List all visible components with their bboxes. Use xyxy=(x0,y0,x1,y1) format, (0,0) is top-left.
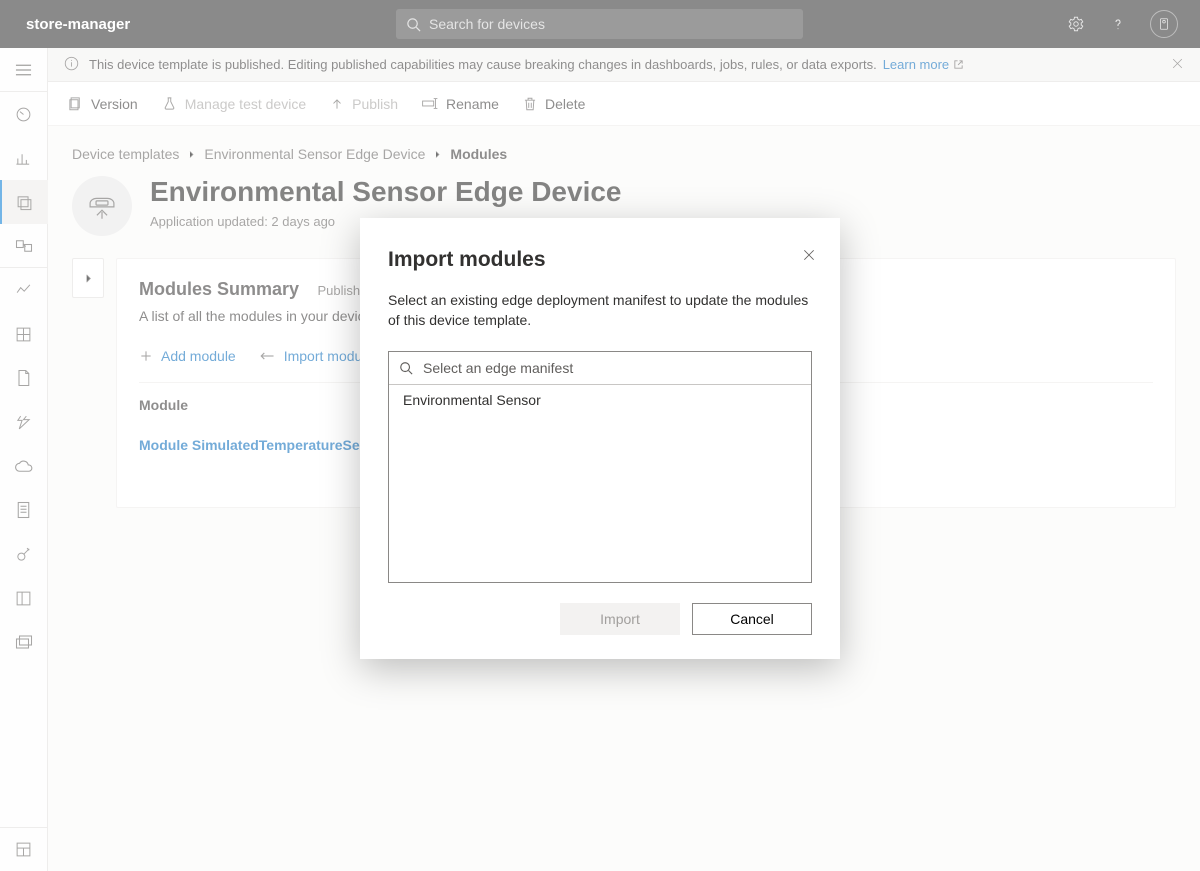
search-icon xyxy=(399,361,413,375)
manifest-option[interactable]: Environmental Sensor xyxy=(389,385,811,415)
manifest-search-input[interactable]: Select an edge manifest xyxy=(389,352,811,384)
manifest-combobox[interactable]: Select an edge manifest Environmental Se… xyxy=(388,351,812,583)
close-icon xyxy=(802,248,816,262)
import-modules-dialog: Import modules Select an existing edge d… xyxy=(360,218,840,659)
dialog-title: Import modules xyxy=(388,248,812,272)
import-confirm-button: Import xyxy=(560,603,680,635)
dialog-body-text: Select an existing edge deployment manif… xyxy=(388,290,812,331)
dialog-close-button[interactable] xyxy=(802,248,816,267)
manifest-option-list: Environmental Sensor xyxy=(389,384,811,582)
cancel-button[interactable]: Cancel xyxy=(692,603,812,635)
manifest-placeholder: Select an edge manifest xyxy=(423,360,573,376)
